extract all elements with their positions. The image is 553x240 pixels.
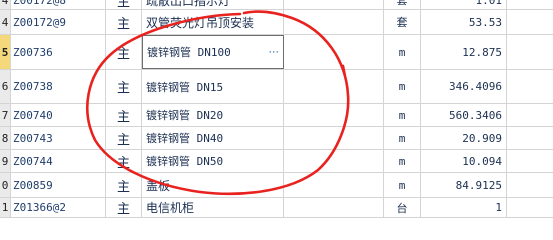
- item-name[interactable]: 镀锌钢管 DN50: [142, 150, 284, 172]
- item-name[interactable]: 镀锌钢管 DN40: [142, 127, 284, 149]
- item-type[interactable]: 主: [106, 104, 142, 126]
- empty-cell[interactable]: [284, 10, 384, 34]
- empty-cell[interactable]: [507, 198, 553, 217]
- empty-cell[interactable]: [507, 104, 553, 126]
- item-code[interactable]: Z01366@2: [11, 198, 106, 217]
- item-name[interactable]: 疏散出口指示灯: [142, 0, 284, 9]
- item-unit[interactable]: 套: [384, 10, 421, 34]
- table-row-selected[interactable]: 5 Z00736 主 镀锌钢管 DN100 ··· m 12.875: [0, 35, 553, 70]
- item-unit[interactable]: m: [384, 104, 421, 126]
- item-unit[interactable]: m: [384, 35, 421, 69]
- item-quantity[interactable]: 10.094: [421, 150, 507, 172]
- item-name[interactable]: 电信机柜: [142, 198, 284, 217]
- item-unit[interactable]: m: [384, 127, 421, 149]
- row-number: 1: [0, 198, 11, 217]
- edit-ellipsis-button[interactable]: ···: [269, 46, 280, 59]
- item-type[interactable]: 主: [106, 150, 142, 172]
- empty-cell[interactable]: [507, 0, 553, 9]
- item-type[interactable]: 主: [106, 70, 142, 103]
- empty-cell[interactable]: [284, 35, 384, 69]
- empty-cell[interactable]: [284, 104, 384, 126]
- quota-table: 4 Z00172@8 主 疏散出口指示灯 套 1.01 4 Z00172@9 主…: [0, 0, 553, 218]
- item-name[interactable]: 双管荧光灯吊顶安装: [142, 10, 284, 34]
- item-quantity[interactable]: 12.875: [421, 35, 507, 69]
- empty-cell[interactable]: [507, 173, 553, 197]
- item-code[interactable]: Z00740: [11, 104, 106, 126]
- table-row[interactable]: 1 Z01366@2 主 电信机柜 台 1: [0, 198, 553, 218]
- table-row[interactable]: 4 Z00172@9 主 双管荧光灯吊顶安装 套 53.53: [0, 10, 553, 35]
- row-number: 9: [0, 150, 11, 172]
- item-type[interactable]: 主: [106, 35, 142, 69]
- row-number: 0: [0, 173, 11, 197]
- item-name[interactable]: 盖板: [142, 173, 284, 197]
- item-unit[interactable]: m: [384, 173, 421, 197]
- row-number: 8: [0, 127, 11, 149]
- item-name[interactable]: 镀锌钢管 DN15: [142, 70, 284, 103]
- item-quantity[interactable]: 53.53: [421, 10, 507, 34]
- empty-cell[interactable]: [284, 70, 384, 103]
- item-type[interactable]: 主: [106, 0, 142, 9]
- item-code[interactable]: Z00738: [11, 70, 106, 103]
- item-type[interactable]: 主: [106, 173, 142, 197]
- row-number: 4: [0, 10, 11, 34]
- item-unit[interactable]: m: [384, 70, 421, 103]
- table-row[interactable]: 4 Z00172@8 主 疏散出口指示灯 套 1.01: [0, 0, 553, 10]
- empty-cell[interactable]: [507, 35, 553, 69]
- item-quantity[interactable]: 1: [421, 198, 507, 217]
- item-type[interactable]: 主: [106, 198, 142, 217]
- table-row[interactable]: 7 Z00740 主 镀锌钢管 DN20 m 560.3406: [0, 104, 553, 127]
- table-row[interactable]: 6 Z00738 主 镀锌钢管 DN15 m 346.4096: [0, 70, 553, 104]
- item-code[interactable]: Z00172@8: [11, 0, 106, 9]
- empty-cell[interactable]: [507, 127, 553, 149]
- item-unit[interactable]: m: [384, 150, 421, 172]
- empty-cell[interactable]: [284, 150, 384, 172]
- empty-cell[interactable]: [284, 127, 384, 149]
- item-code[interactable]: Z00744: [11, 150, 106, 172]
- item-code[interactable]: Z00172@9: [11, 10, 106, 34]
- table-row[interactable]: 0 Z00859 主 盖板 m 84.9125: [0, 173, 553, 198]
- empty-cell[interactable]: [507, 70, 553, 103]
- table-row[interactable]: 9 Z00744 主 镀锌钢管 DN50 m 10.094: [0, 150, 553, 173]
- item-quantity[interactable]: 346.4096: [421, 70, 507, 103]
- item-unit[interactable]: 套: [384, 0, 421, 9]
- item-code[interactable]: Z00859: [11, 173, 106, 197]
- row-number: 7: [0, 104, 11, 126]
- row-number: 6: [0, 70, 11, 103]
- row-number: 4: [0, 0, 11, 9]
- item-type[interactable]: 主: [106, 127, 142, 149]
- row-number: 5: [0, 35, 11, 69]
- empty-cell[interactable]: [284, 173, 384, 197]
- empty-cell[interactable]: [507, 10, 553, 34]
- empty-cell[interactable]: [507, 150, 553, 172]
- empty-cell[interactable]: [284, 0, 384, 9]
- item-code[interactable]: Z00743: [11, 127, 106, 149]
- item-name[interactable]: 镀锌钢管 DN20: [142, 104, 284, 126]
- table-row[interactable]: 8 Z00743 主 镀锌钢管 DN40 m 20.909: [0, 127, 553, 150]
- item-type[interactable]: 主: [106, 10, 142, 34]
- item-name-editor[interactable]: 镀锌钢管 DN100 ···: [142, 35, 284, 69]
- item-code[interactable]: Z00736: [11, 35, 106, 69]
- empty-cell[interactable]: [284, 198, 384, 217]
- item-quantity[interactable]: 1.01: [421, 0, 507, 9]
- item-quantity[interactable]: 560.3406: [421, 104, 507, 126]
- item-quantity[interactable]: 84.9125: [421, 173, 507, 197]
- item-quantity[interactable]: 20.909: [421, 127, 507, 149]
- item-name: 镀锌钢管 DN100: [147, 46, 231, 59]
- item-unit[interactable]: 台: [384, 198, 421, 217]
